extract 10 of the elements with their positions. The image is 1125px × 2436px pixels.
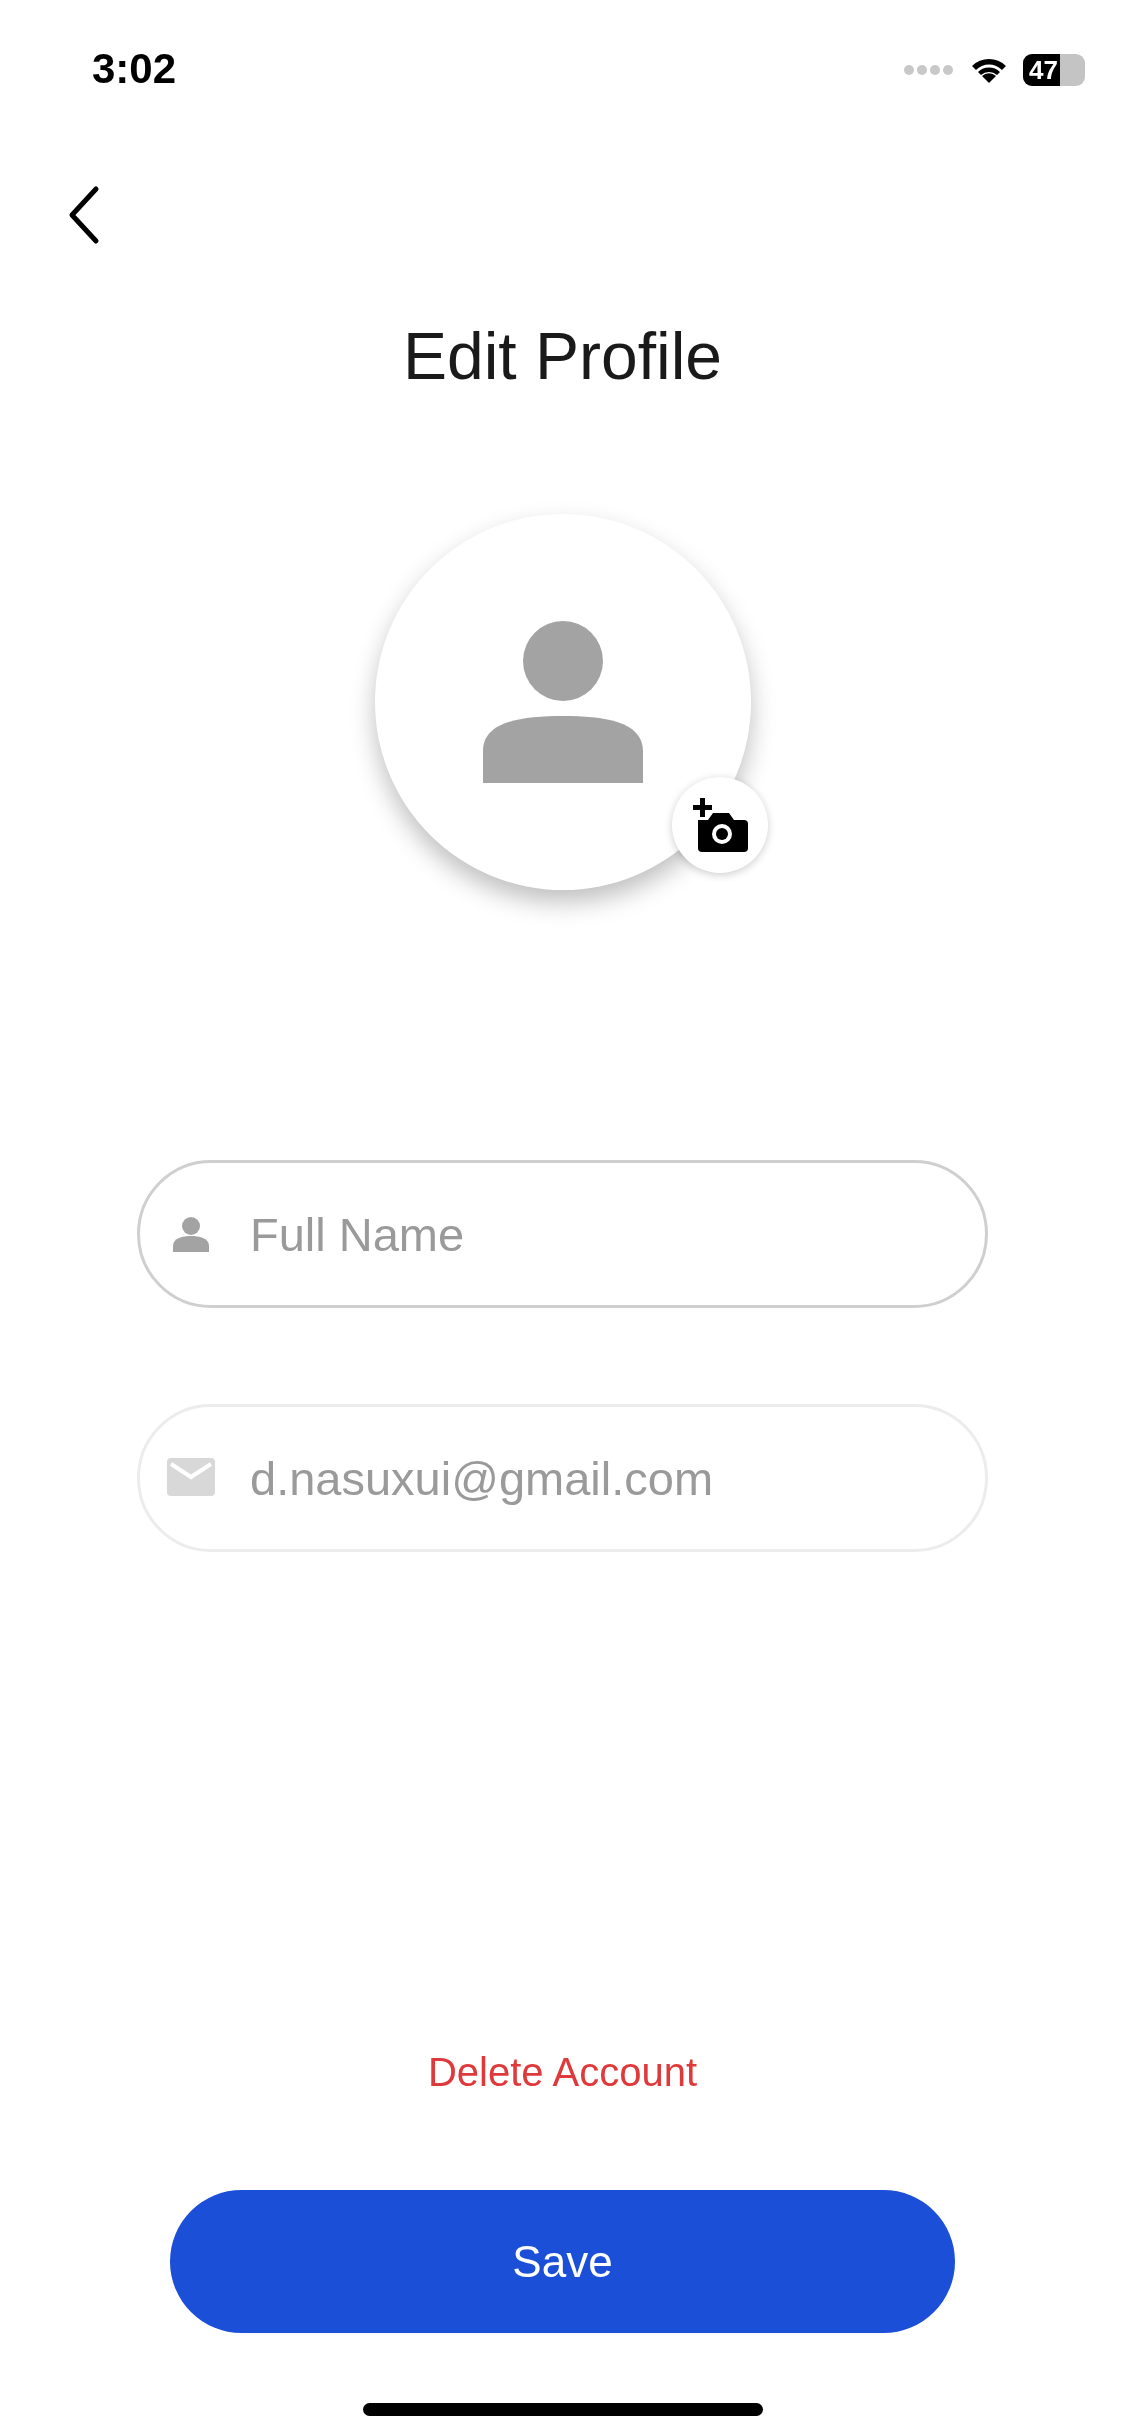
battery-level: 47 — [1023, 54, 1061, 86]
mail-icon — [167, 1458, 215, 1496]
delete-account-link[interactable]: Delete Account — [427, 2050, 698, 2095]
name-field[interactable]: Full Name — [137, 1160, 988, 1308]
signal-icon — [903, 64, 955, 76]
add-photo-button[interactable] — [671, 777, 768, 873]
person-icon — [482, 621, 643, 783]
status-time: 3:02 — [92, 45, 177, 93]
save-button[interactable]: Save — [170, 2190, 955, 2333]
page-title: Edit Profile — [402, 318, 723, 394]
